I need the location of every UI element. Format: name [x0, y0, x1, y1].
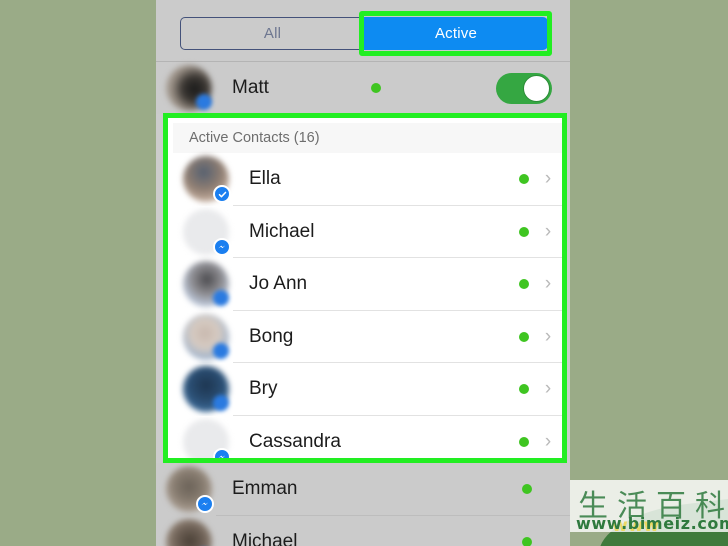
avatar — [183, 313, 229, 360]
contact-name: Michael — [232, 530, 298, 546]
list-item[interactable]: Bry › — [173, 363, 562, 416]
watermark: 生活百科 www www.bimeiz.com — [570, 480, 728, 546]
status-dot-online — [519, 436, 529, 447]
contact-name: Cassandra — [249, 430, 341, 452]
avatar — [183, 261, 229, 308]
avatar — [166, 518, 212, 546]
avatar-image — [166, 518, 212, 546]
contact-name: Ella — [249, 168, 281, 190]
verified-check-icon — [213, 395, 229, 412]
active-status-toggle[interactable] — [496, 73, 552, 104]
contact-name: Bong — [249, 325, 294, 347]
list-item[interactable]: Ella › — [173, 153, 562, 206]
verified-check-icon — [213, 290, 229, 307]
chevron-right-icon[interactable]: › — [537, 378, 559, 400]
list-item[interactable]: Emman — [156, 463, 570, 516]
avatar — [183, 208, 231, 256]
status-dot-online — [371, 83, 381, 93]
contact-name: Emman — [232, 478, 298, 500]
watermark-ghost-text: www — [612, 516, 660, 536]
tab-all[interactable]: All — [180, 17, 364, 50]
list-item[interactable]: Michael › — [173, 205, 562, 258]
active-contacts-panel: Active Contacts (16) Ella › Michael › Jo… — [173, 123, 562, 458]
watermark-cjk-text: 生活百科 — [578, 489, 728, 524]
list-item[interactable]: Bong › — [173, 310, 562, 363]
status-dot-online — [522, 484, 532, 495]
verified-check-icon — [213, 185, 231, 204]
chevron-right-icon[interactable]: › — [537, 168, 559, 190]
active-contacts-highlight-box: Active Contacts (16) Ella › Michael › Jo… — [163, 113, 567, 463]
section-header-active-contacts: Active Contacts (16) — [173, 123, 562, 153]
toggle-knob — [523, 75, 550, 102]
messenger-bolt-icon — [213, 237, 231, 256]
chevron-right-icon[interactable]: › — [537, 273, 559, 295]
watermark-swoosh-yellow — [593, 508, 728, 546]
status-dot-online — [519, 174, 529, 185]
avatar — [166, 65, 212, 111]
chevron-right-icon[interactable]: › — [537, 431, 559, 453]
chevron-right-icon[interactable]: › — [537, 221, 559, 243]
avatar — [183, 156, 231, 204]
messenger-bolt-icon — [196, 495, 214, 514]
list-item[interactable]: Cassandra › — [173, 415, 562, 458]
phone-screen: All Active Matt Active Contacts (16) Ell… — [156, 0, 570, 546]
avatar — [166, 466, 214, 514]
status-dot-online — [519, 384, 529, 395]
contact-name: Jo Ann — [249, 273, 308, 295]
status-dot-online — [519, 279, 529, 290]
filter-tab-bar: All Active — [156, 0, 570, 62]
list-item[interactable]: Jo Ann › — [173, 258, 562, 311]
watermark-url: www.bimeiz.com — [576, 514, 728, 533]
watermark-swoosh-green — [594, 497, 728, 546]
contacts-list-overflow: Emman Michael — [156, 463, 570, 546]
self-contact-row[interactable]: Matt — [156, 62, 570, 114]
segmented-control: All Active — [180, 17, 548, 50]
chevron-right-icon[interactable]: › — [537, 326, 559, 348]
messenger-bolt-icon — [213, 447, 231, 458]
tab-active[interactable]: Active — [364, 17, 548, 50]
status-dot-online — [522, 536, 532, 546]
list-item[interactable]: Michael — [156, 515, 570, 546]
watermark-band — [570, 480, 728, 532]
verified-check-icon — [213, 342, 229, 359]
contact-name: Bry — [249, 378, 278, 400]
avatar — [183, 418, 231, 458]
status-dot-online — [519, 226, 529, 237]
contact-name: Michael — [249, 220, 315, 242]
status-dot-online — [519, 331, 529, 342]
avatar — [183, 366, 229, 413]
verified-check-icon — [196, 94, 212, 110]
